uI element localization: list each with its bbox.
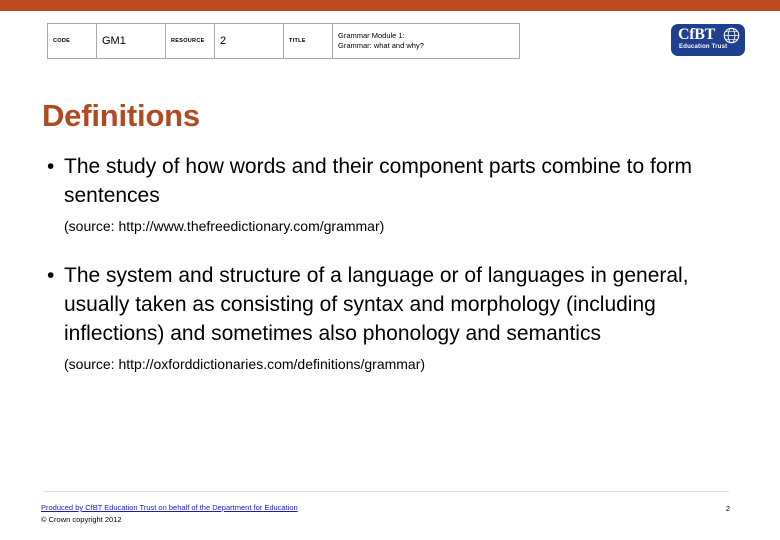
bullet-marker-icon: • — [47, 155, 55, 178]
bullet-row: • The system and structure of a language… — [42, 261, 742, 348]
copyright-text: © Crown copyright 2012 — [41, 515, 122, 524]
top-accent-bar — [0, 0, 780, 11]
title-value: Grammar Module 1: Grammar: what and why? — [332, 23, 520, 59]
list-item: • The study of how words and their compo… — [42, 152, 742, 235]
list-item: • The system and structure of a language… — [42, 261, 742, 373]
cfbt-logo: CfBT Education Trust — [671, 24, 745, 56]
header-meta-table: CODE GM1 RESOURCE 2 TITLE Grammar Module… — [47, 23, 520, 59]
bullet-marker-icon: • — [47, 264, 55, 287]
resource-label: RESOURCE — [165, 23, 215, 59]
footer-attribution-link[interactable]: Produced by CfBT Education Trust on beha… — [41, 503, 298, 513]
bullet-row: • The study of how words and their compo… — [42, 152, 742, 210]
table-row: CODE GM1 RESOURCE 2 TITLE Grammar Module… — [47, 23, 520, 59]
logo-wordmark: CfBT — [678, 26, 716, 43]
page-number: 2 — [725, 504, 731, 513]
source-citation: (source: http://oxforddictionaries.com/d… — [64, 356, 426, 372]
logo-tagline: Education Trust — [679, 44, 728, 50]
globe-icon — [723, 27, 740, 44]
title-line-1: Grammar Module 1: — [338, 31, 405, 40]
title-label: TITLE — [283, 23, 333, 59]
page-title: Definitions — [42, 98, 200, 133]
footer-divider — [43, 491, 729, 492]
slide-content: • The study of how words and their compo… — [42, 152, 742, 373]
bullet-text: The system and structure of a language o… — [64, 264, 689, 345]
title-line-2: Grammar: what and why? — [338, 41, 424, 50]
source-citation: (source: http://www.thefreedictionary.co… — [64, 218, 385, 234]
code-value: GM1 — [96, 23, 166, 59]
resource-value: 2 — [214, 23, 284, 59]
code-label: CODE — [47, 23, 97, 59]
bullet-text: The study of how words and their compone… — [64, 155, 692, 207]
